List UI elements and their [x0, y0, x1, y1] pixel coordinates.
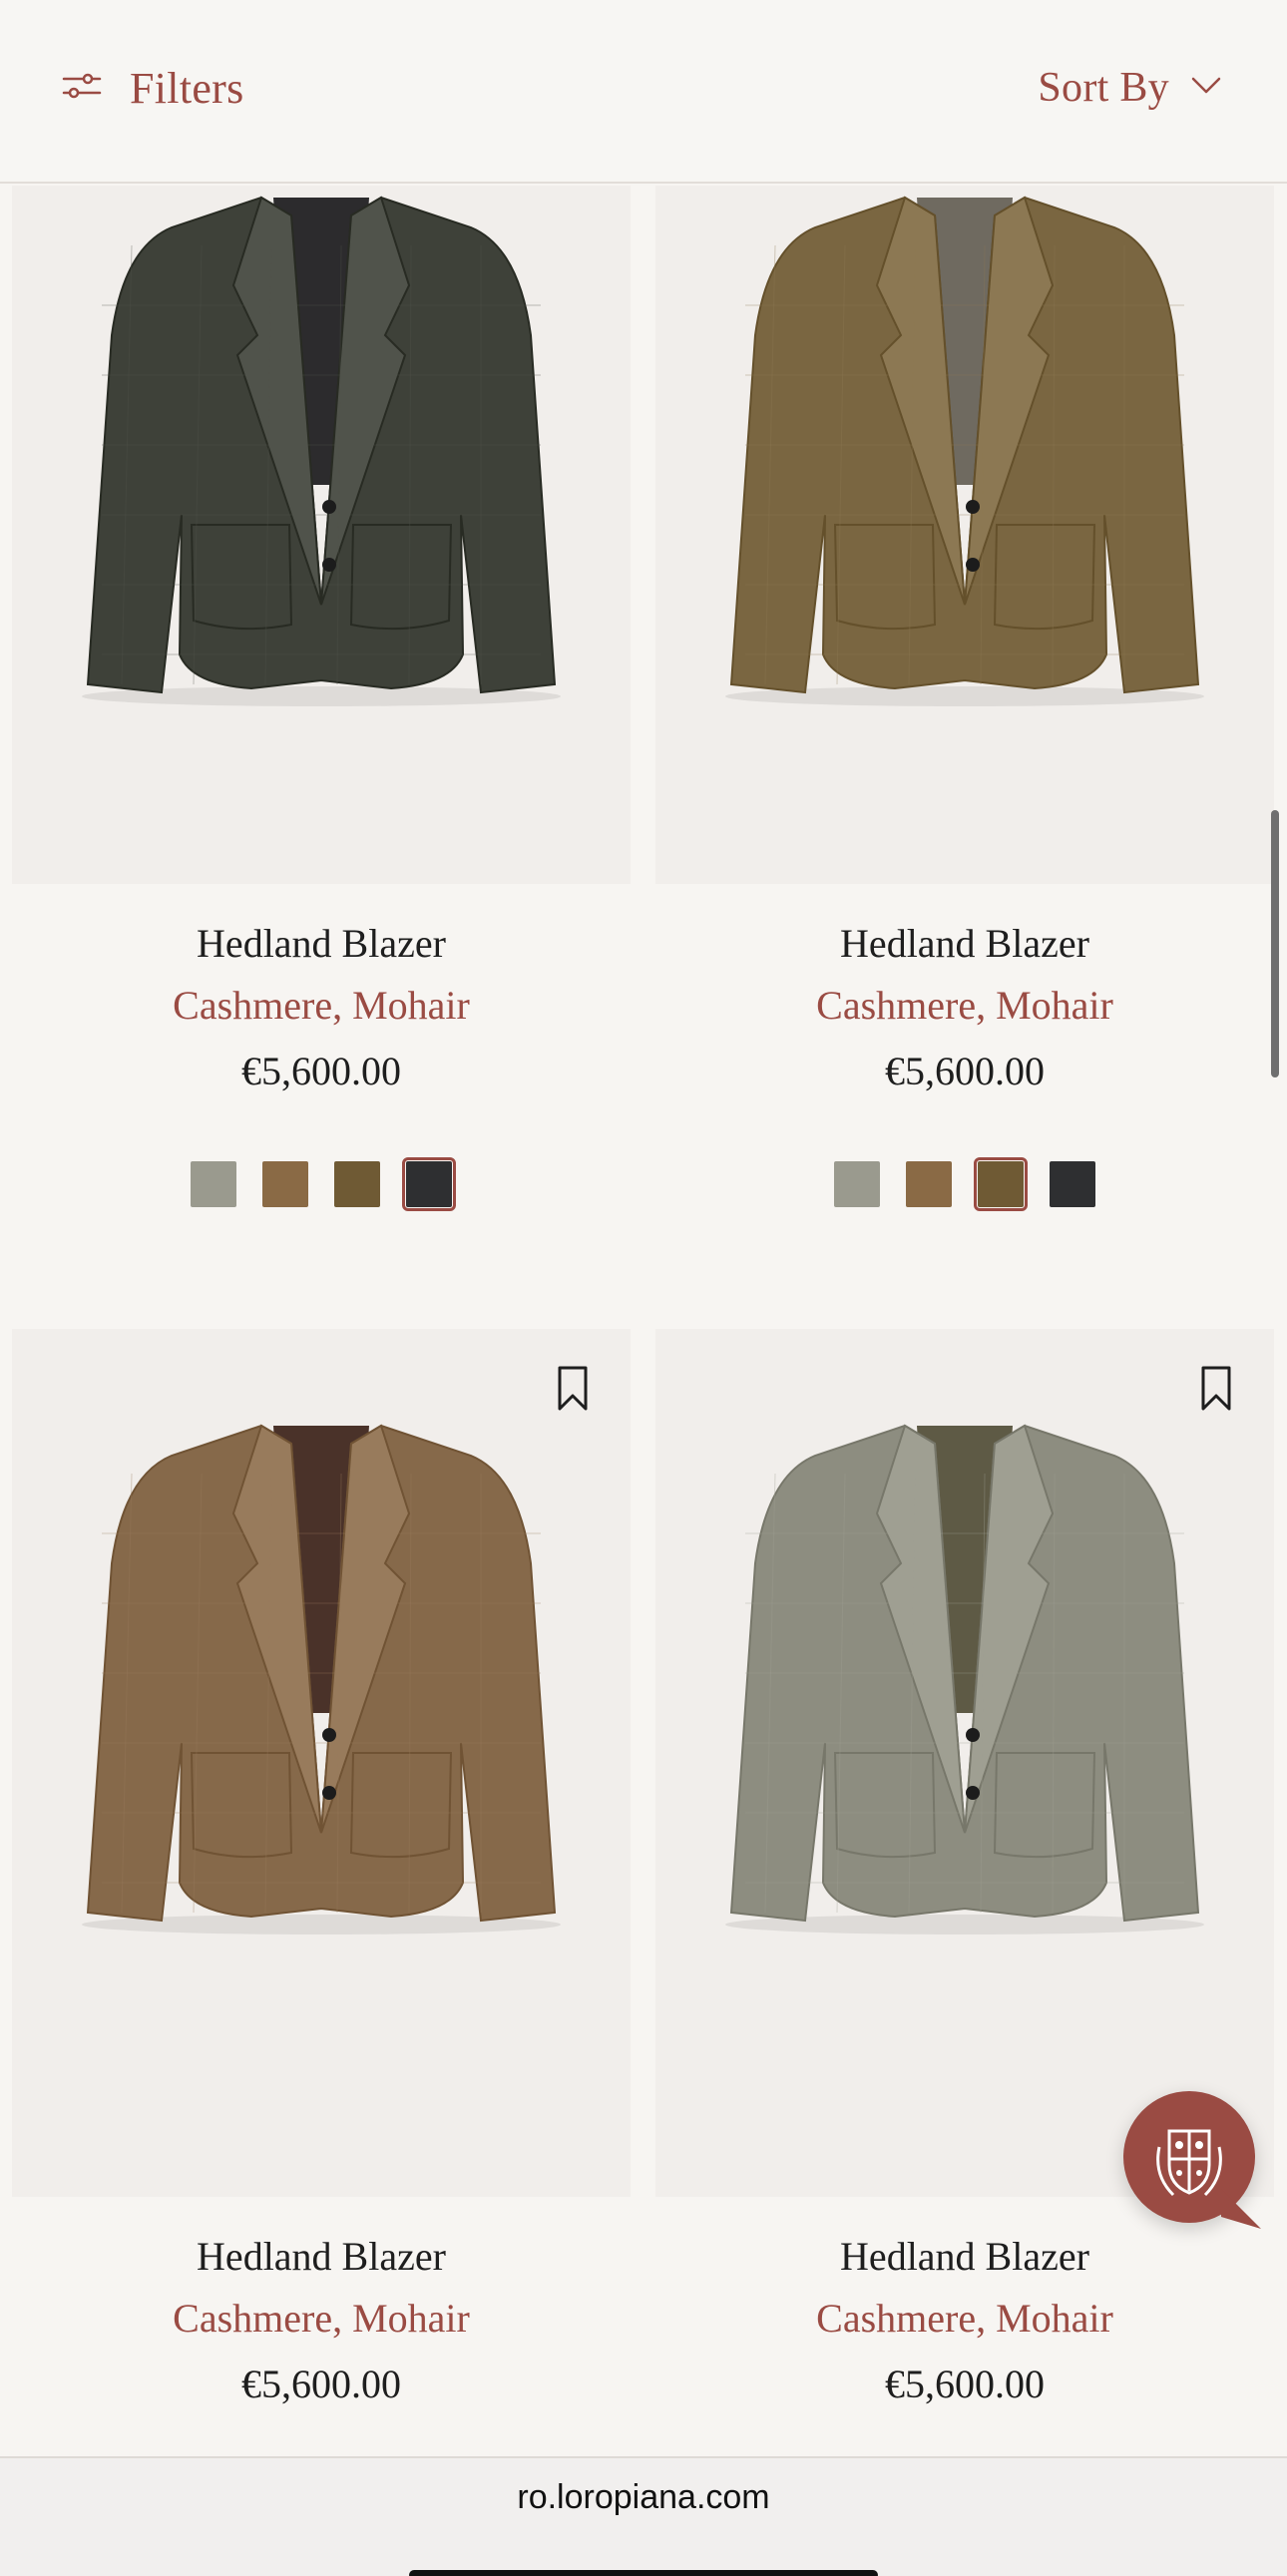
sort-by-label: Sort By: [1038, 65, 1169, 111]
product-name[interactable]: Hedland Blazer: [12, 916, 631, 972]
product-name[interactable]: Hedland Blazer: [12, 2229, 631, 2285]
product-info: Hedland Blazer Cashmere, Mohair €5,600.0…: [655, 916, 1274, 1103]
home-indicator[interactable]: [409, 2570, 878, 2576]
blazer-image: [82, 196, 561, 706]
color-swatch[interactable]: [974, 1157, 1028, 1211]
product-material: Cashmere, Mohair: [816, 2296, 1113, 2341]
crest-icon: [1156, 2129, 1222, 2197]
product-image[interactable]: [655, 1329, 1274, 2197]
sort-by-button[interactable]: Sort By: [1038, 56, 1221, 120]
color-swatch[interactable]: [1050, 1161, 1095, 1207]
product-image[interactable]: [12, 186, 631, 884]
chat-button[interactable]: [1123, 2091, 1261, 2229]
color-swatch[interactable]: [262, 1161, 308, 1207]
chevron-down-icon: [1191, 76, 1221, 101]
product-image[interactable]: [12, 1329, 631, 2197]
product-material: Cashmere, Mohair: [816, 983, 1113, 1028]
color-swatch[interactable]: [834, 1161, 880, 1207]
bookmark-icon[interactable]: [557, 1365, 589, 1413]
color-swatches: [655, 1157, 1274, 1211]
product-image[interactable]: [655, 186, 1274, 884]
product-price: €5,600.00: [241, 1049, 401, 1093]
product-name[interactable]: Hedland Blazer: [655, 916, 1274, 972]
color-swatch[interactable]: [191, 1161, 236, 1207]
url-text[interactable]: ro.loropiana.com: [0, 2478, 1287, 2517]
product-info: Hedland Blazer Cashmere, Mohair €5,600.0…: [12, 2229, 631, 2416]
color-swatch[interactable]: [402, 1157, 456, 1211]
filter-sort-bar: Filters Sort By: [0, 0, 1287, 184]
sliders-icon: [62, 71, 102, 106]
product-material: Cashmere, Mohair: [173, 2296, 470, 2341]
blazer-image: [725, 1424, 1204, 1934]
blazer-image: [82, 1424, 561, 1934]
scrollbar[interactable]: [1271, 810, 1279, 1077]
filters-button[interactable]: Filters: [62, 56, 244, 120]
product-price: €5,600.00: [885, 1049, 1045, 1093]
color-swatches: [12, 1157, 631, 1211]
product-info: Hedland Blazer Cashmere, Mohair €5,600.0…: [12, 916, 631, 1103]
product-price: €5,600.00: [885, 2361, 1045, 2406]
blazer-image: [725, 196, 1204, 706]
product-price: €5,600.00: [241, 2361, 401, 2406]
product-info: Hedland Blazer Cashmere, Mohair €5,600.0…: [655, 2229, 1274, 2416]
bookmark-icon[interactable]: [1200, 1365, 1232, 1413]
color-swatch[interactable]: [334, 1161, 380, 1207]
product-name[interactable]: Hedland Blazer: [655, 2229, 1274, 2285]
product-material: Cashmere, Mohair: [173, 983, 470, 1028]
browser-address-bar[interactable]: ro.loropiana.com: [0, 2456, 1287, 2576]
color-swatch[interactable]: [906, 1161, 952, 1207]
filters-label: Filters: [130, 63, 244, 113]
